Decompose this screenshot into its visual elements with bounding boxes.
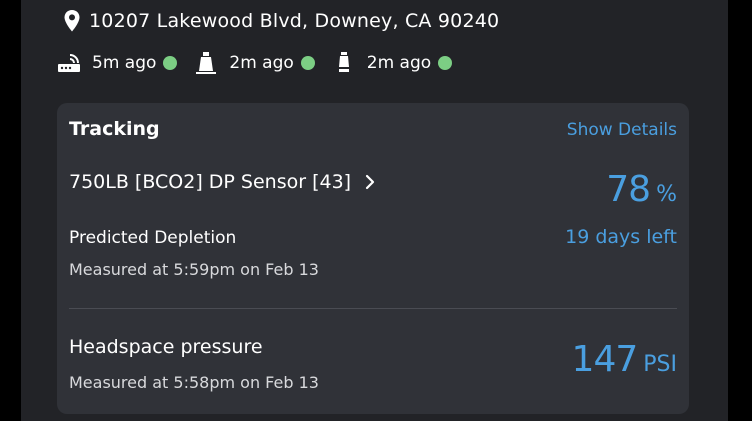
cylinder-last-seen: 2m ago (366, 53, 432, 73)
gateway-status-dot (163, 56, 178, 70)
fill-level-value: 78 (606, 169, 651, 210)
chevron-right-icon (363, 173, 377, 191)
gateway-status: 5m ago (56, 50, 178, 76)
cylinder-status-dot (438, 56, 453, 70)
tank-sensor-icon (193, 50, 219, 76)
tracking-card: Tracking Show Details 750LB [BCO2] DP Se… (57, 103, 689, 414)
gateway-last-seen: 5m ago (92, 53, 157, 73)
tank-sensor-status-dot (300, 56, 315, 70)
tank-sensor-status: 2m ago (193, 50, 315, 76)
tank-sensor-last-seen: 2m ago (229, 53, 294, 73)
cylinder-status: 2m ago (331, 50, 453, 76)
pressure-value: 147 (571, 339, 639, 380)
predicted-depletion-label: Predicted Depletion (69, 228, 237, 248)
connectivity-status-row: 5m ago 2m ago 2m ago (56, 50, 468, 76)
fill-level-unit: % (656, 182, 677, 207)
sensor-name: 750LB [BCO2] DP Sensor [43] (69, 171, 352, 193)
tracking-title: Tracking (69, 118, 160, 140)
show-details-link[interactable]: Show Details (567, 120, 677, 140)
address-row: 10207 Lakewood Blvd, Downey, CA 90240 (63, 8, 499, 34)
divider (69, 308, 677, 309)
cylinder-icon (331, 50, 357, 76)
fill-level-readout: 78 % (606, 169, 677, 210)
headspace-pressure-label: Headspace pressure (69, 336, 263, 358)
pressure-readout: 147 PSI (572, 339, 677, 380)
pressure-measured-time: Measured at 5:58pm on Feb 13 (69, 373, 319, 392)
days-left-value: 19 days left (565, 226, 677, 248)
map-pin-icon (63, 9, 81, 33)
sensor-link[interactable]: 750LB [BCO2] DP Sensor [43] (69, 171, 377, 193)
pressure-unit: PSI (643, 352, 677, 377)
level-measured-time: Measured at 5:59pm on Feb 13 (69, 260, 319, 279)
gateway-icon (56, 50, 82, 76)
device-screen: 10207 Lakewood Blvd, Downey, CA 90240 5m… (21, 0, 728, 421)
site-address: 10207 Lakewood Blvd, Downey, CA 90240 (89, 10, 500, 32)
